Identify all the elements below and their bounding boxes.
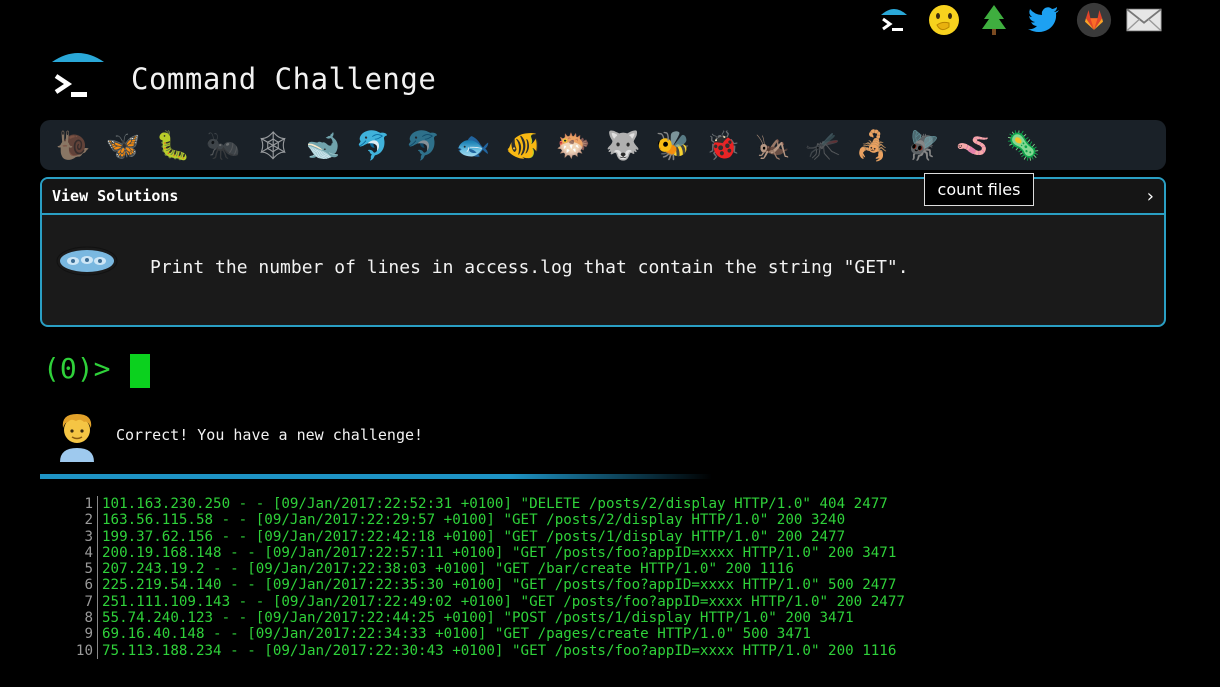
log-row: 2 163.56.115.58 - - [09/Jan/2017:22:29:57… (72, 512, 905, 529)
line-number: 1 (72, 496, 98, 513)
challenge-text: Print the number of lines in access.log … (150, 257, 909, 278)
log-line-text: 199.37.62.156 - - [09/Jan/2017:22:42:18 … (102, 528, 846, 545)
bug-icon[interactable]: 🐛 (148, 122, 198, 168)
whale-icon[interactable]: 🐋 (298, 122, 348, 168)
log-line-text: 251.111.109.143 - - [09/Jan/2017:22:49:0… (102, 593, 905, 610)
ladybug-icon[interactable]: 🐞 (698, 122, 748, 168)
log-line-text: 207.243.19.2 - - [09/Jan/2017:22:38:03 +… (102, 561, 794, 578)
tree-icon[interactable] (976, 2, 1012, 38)
dolphin-icon[interactable]: 🐬 (348, 122, 398, 168)
status-message: Correct! You have a new challenge! (116, 426, 424, 444)
bee-icon[interactable]: 🐝 (648, 122, 698, 168)
snail-icon[interactable]: 🐌 (48, 122, 98, 168)
log-row: 4 200.19.168.148 - - [09/Jan/2017:22:57:1… (72, 544, 905, 562)
log-line-text: 101.163.230.250 - - [09/Jan/2017:22:52:3… (102, 496, 888, 512)
log-row: 9 69.16.40.148 - - [09/Jan/2017:22:34:33 … (72, 626, 905, 643)
log-row: 8 55.74.240.123 - - [09/Jan/2017:22:44:25… (72, 610, 905, 627)
gitlab-icon[interactable] (1076, 2, 1112, 38)
page-title: Command Challenge (131, 62, 437, 96)
avatar (56, 410, 98, 468)
line-number: 4 (72, 544, 98, 562)
log-line-text: 69.16.40.148 - - [09/Jan/2017:22:34:33 +… (102, 626, 811, 643)
line-number: 8 (72, 610, 98, 627)
log-output: 1 101.163.230.250 - - [09/Jan/2017:22:52:… (72, 496, 905, 659)
log-line-text: 225.219.54.140 - - [09/Jan/2017:22:35:30… (102, 577, 897, 594)
line-number: 2 (72, 512, 98, 529)
line-number: 10 (72, 642, 98, 659)
log-line-text: 163.56.115.58 - - [09/Jan/2017:22:29:57 … (102, 512, 846, 529)
fly-icon[interactable]: 🪰 (898, 122, 948, 168)
microbe-icon[interactable]: 🦠 (998, 122, 1048, 168)
log-row: 10 75.113.188.234 - - [09/Jan/2017:22:30:… (72, 642, 905, 659)
challenge-body: Print the number of lines in access.log … (42, 215, 1164, 325)
twitter-icon[interactable] (1026, 2, 1062, 38)
ant-icon[interactable]: 🐜 (198, 122, 248, 168)
logo-icon (50, 50, 106, 106)
blowfish-icon[interactable]: 🐡 (548, 122, 598, 168)
worm-icon[interactable]: 🪱 (948, 122, 998, 168)
line-number: 9 (72, 626, 98, 643)
line-number: 6 (72, 577, 98, 594)
line-number: 5 (72, 561, 98, 578)
wolf-icon[interactable]: 🐺 (598, 122, 648, 168)
tooltip: count files (924, 173, 1034, 206)
view-solutions-label: View Solutions (52, 187, 179, 205)
dolphin-icon[interactable]: 🐬 (398, 122, 448, 168)
log-row: 6 225.219.54.140 - - [09/Jan/2017:22:35:3… (72, 577, 905, 594)
line-number: 7 (72, 593, 98, 611)
fish-icon[interactable]: 🐟 (448, 122, 498, 168)
cricket-icon[interactable]: 🦗 (748, 122, 798, 168)
scorpion-icon[interactable]: 🦂 (848, 122, 898, 168)
challenge-progress-bar: 🐌 🦋 🐛 🐜 🕸 🐋 🐬 🐬 🐟 🐠 🐡 🐺 🐝 🐞 🦗 🦟 🦂 🪰 🪱 🦠 (40, 120, 1166, 170)
log-row: 3 199.37.62.156 - - [09/Jan/2017:22:42:18… (72, 528, 905, 545)
spider-web-icon[interactable]: 🕸 (248, 122, 298, 168)
log-row: 7 251.111.109.143 - - [09/Jan/2017:22:49:… (72, 593, 905, 611)
social-links (876, 0, 1162, 40)
log-row: 1 101.163.230.250 - - [09/Jan/2017:22:52:… (72, 496, 905, 513)
log-line-text: 75.113.188.234 - - [09/Jan/2017:22:30:43… (102, 642, 897, 659)
line-number: 3 (72, 528, 98, 545)
mosquito-icon[interactable]: 🦟 (798, 122, 848, 168)
face-with-hand-over-mouth-icon[interactable] (926, 2, 962, 38)
terminal-prompt: (0)> (43, 352, 111, 385)
terminal-icon[interactable] (876, 2, 912, 38)
log-line-text: 200.19.168.148 - - [09/Jan/2017:22:57:11… (102, 544, 897, 561)
log-line-text: 55.74.240.123 - - [09/Jan/2017:22:44:25 … (102, 610, 854, 627)
terminal-input-cursor[interactable] (130, 354, 150, 388)
butterfly-icon[interactable]: 🦋 (98, 122, 148, 168)
tropical-fish-icon[interactable]: 🐠 (498, 122, 548, 168)
microbe-icon (54, 241, 120, 285)
divider (40, 474, 712, 479)
log-row: 5 207.243.19.2 - - [09/Jan/2017:22:38:03 … (72, 561, 905, 578)
mail-icon[interactable] (1126, 2, 1162, 38)
chevron-right-icon: › (1146, 185, 1154, 207)
